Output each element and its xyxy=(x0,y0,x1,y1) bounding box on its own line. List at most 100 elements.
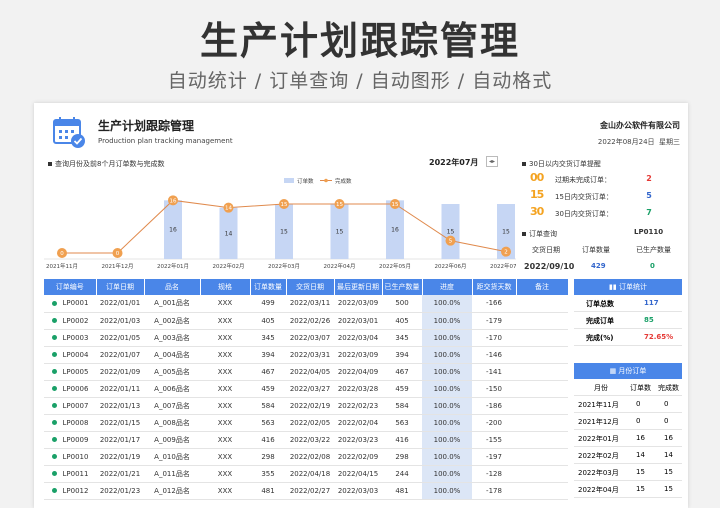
table-row[interactable]: LP0007 2022/01/13 A_007品名 XXX 584 2022/02/19 2… xyxy=(44,397,568,415)
table-cell[interactable] xyxy=(516,397,568,415)
table-cell[interactable]: 500 xyxy=(382,295,422,313)
table-cell[interactable]: 2022/01/23 xyxy=(96,482,144,500)
table-cell[interactable]: 2022/03/01 xyxy=(334,312,382,330)
table-cell[interactable]: 100.0% xyxy=(422,465,472,483)
table-cell[interactable]: 2022/02/26 xyxy=(286,312,334,330)
table-cell[interactable]: 100.0% xyxy=(422,482,472,500)
table-cell[interactable]: 355 xyxy=(250,465,286,483)
table-cell[interactable]: A_005品名 xyxy=(144,363,200,381)
table-cell[interactable]: XXX xyxy=(200,482,250,500)
table-cell[interactable]: 100.0% xyxy=(422,312,472,330)
table-cell[interactable]: 2022/01/17 xyxy=(96,431,144,449)
table-cell[interactable]: A_009品名 xyxy=(144,431,200,449)
table-cell[interactable]: LP0012 xyxy=(44,482,96,500)
table-cell[interactable]: 2022/04/15 xyxy=(334,465,382,483)
table-cell[interactable]: 467 xyxy=(250,363,286,381)
table-cell[interactable] xyxy=(516,448,568,466)
month-spinner[interactable]: ◂▸ xyxy=(486,156,498,167)
table-cell[interactable]: 394 xyxy=(250,346,286,364)
table-cell[interactable]: -170 xyxy=(472,329,516,347)
table-cell[interactable]: A_007品名 xyxy=(144,397,200,415)
table-row[interactable]: LP0001 2022/01/01 A_001品名 XXX 499 2022/03/11 2… xyxy=(44,295,568,313)
table-cell[interactable]: LP0005 xyxy=(44,363,96,381)
table-cell[interactable]: 2022/03/23 xyxy=(334,431,382,449)
table-cell[interactable]: 100.0% xyxy=(422,346,472,364)
table-cell[interactable]: 481 xyxy=(382,482,422,500)
table-cell[interactable]: -146 xyxy=(472,346,516,364)
table-cell[interactable]: 459 xyxy=(382,380,422,398)
table-row[interactable]: LP0004 2022/01/07 A_004品名 XXX 394 2022/03/31 2… xyxy=(44,346,568,364)
table-cell[interactable]: 467 xyxy=(382,363,422,381)
table-cell[interactable]: XXX xyxy=(200,465,250,483)
column-header[interactable]: 订单日期 xyxy=(96,279,145,295)
table-cell[interactable]: 416 xyxy=(382,431,422,449)
table-cell[interactable]: 2022/01/21 xyxy=(96,465,144,483)
table-cell[interactable]: 100.0% xyxy=(422,295,472,313)
table-cell[interactable]: XXX xyxy=(200,431,250,449)
table-cell[interactable]: XXX xyxy=(200,329,250,347)
table-cell[interactable]: A_004品名 xyxy=(144,346,200,364)
table-cell[interactable]: 2022/01/09 xyxy=(96,363,144,381)
table-cell[interactable]: 2022/01/05 xyxy=(96,329,144,347)
column-header[interactable]: 交货日期 xyxy=(286,279,335,295)
table-cell[interactable]: 2022/04/09 xyxy=(334,363,382,381)
table-cell[interactable]: 2022/01/01 xyxy=(96,295,144,313)
table-row[interactable]: LP0005 2022/01/09 A_005品名 XXX 467 2022/04/05 2… xyxy=(44,363,568,381)
table-row[interactable]: LP0009 2022/01/17 A_009品名 XXX 416 2022/03/22 2… xyxy=(44,431,568,449)
column-header[interactable]: 最后更新日期 xyxy=(334,279,383,295)
table-cell[interactable]: LP0007 xyxy=(44,397,96,415)
table-cell[interactable]: 298 xyxy=(250,448,286,466)
month-select[interactable]: 2022年07月 xyxy=(429,157,478,168)
table-cell[interactable]: 345 xyxy=(382,329,422,347)
table-cell[interactable]: -186 xyxy=(472,397,516,415)
table-cell[interactable]: 499 xyxy=(250,295,286,313)
table-cell[interactable]: XXX xyxy=(200,448,250,466)
table-cell[interactable] xyxy=(516,363,568,381)
query-order-id-input[interactable]: LP0110 xyxy=(634,228,663,236)
column-header[interactable]: 订单编号 xyxy=(44,279,97,295)
table-cell[interactable]: A_011品名 xyxy=(144,465,200,483)
table-cell[interactable]: 100.0% xyxy=(422,431,472,449)
table-cell[interactable]: A_010品名 xyxy=(144,448,200,466)
table-row[interactable]: LP0006 2022/01/11 A_006品名 XXX 459 2022/03/27 2… xyxy=(44,380,568,398)
table-cell[interactable]: 2022/01/19 xyxy=(96,448,144,466)
table-cell[interactable]: 2022/02/05 xyxy=(286,414,334,432)
table-cell[interactable]: XXX xyxy=(200,414,250,432)
table-cell[interactable]: -150 xyxy=(472,380,516,398)
table-cell[interactable]: 2022/03/31 xyxy=(286,346,334,364)
table-cell[interactable]: 584 xyxy=(382,397,422,415)
table-cell[interactable] xyxy=(516,380,568,398)
table-cell[interactable]: 2022/02/04 xyxy=(334,414,382,432)
table-cell[interactable]: 584 xyxy=(250,397,286,415)
table-cell[interactable]: XXX xyxy=(200,346,250,364)
table-cell[interactable] xyxy=(516,295,568,313)
table-row[interactable]: LP0003 2022/01/05 A_003品名 XXX 345 2022/03/07 2… xyxy=(44,329,568,347)
table-cell[interactable]: 563 xyxy=(250,414,286,432)
table-cell[interactable]: 2022/02/19 xyxy=(286,397,334,415)
table-cell[interactable]: LP0001 xyxy=(44,295,96,313)
table-cell[interactable]: 2022/01/11 xyxy=(96,380,144,398)
column-header[interactable]: 品名 xyxy=(144,279,201,295)
table-cell[interactable]: 416 xyxy=(250,431,286,449)
table-cell[interactable]: 2022/03/11 xyxy=(286,295,334,313)
table-row[interactable]: LP0011 2022/01/21 A_011品名 XXX 355 2022/04/18 2… xyxy=(44,465,568,483)
table-cell[interactable]: 244 xyxy=(382,465,422,483)
table-cell[interactable]: -197 xyxy=(472,448,516,466)
table-cell[interactable] xyxy=(516,312,568,330)
table-cell[interactable]: 2022/01/13 xyxy=(96,397,144,415)
column-header[interactable]: 订单数量 xyxy=(250,279,287,295)
table-cell[interactable]: XXX xyxy=(200,380,250,398)
table-cell[interactable]: 394 xyxy=(382,346,422,364)
table-cell[interactable]: A_003品名 xyxy=(144,329,200,347)
table-cell[interactable] xyxy=(516,414,568,432)
table-cell[interactable]: 405 xyxy=(250,312,286,330)
table-cell[interactable]: 2022/03/22 xyxy=(286,431,334,449)
table-cell[interactable]: 345 xyxy=(250,329,286,347)
table-cell[interactable]: 100.0% xyxy=(422,329,472,347)
table-cell[interactable]: 481 xyxy=(250,482,286,500)
column-header[interactable]: 距交货天数 xyxy=(472,279,517,295)
column-header[interactable]: 备注 xyxy=(516,279,569,295)
table-cell[interactable]: 2022/04/18 xyxy=(286,465,334,483)
table-cell[interactable]: 100.0% xyxy=(422,380,472,398)
table-cell[interactable]: 100.0% xyxy=(422,448,472,466)
